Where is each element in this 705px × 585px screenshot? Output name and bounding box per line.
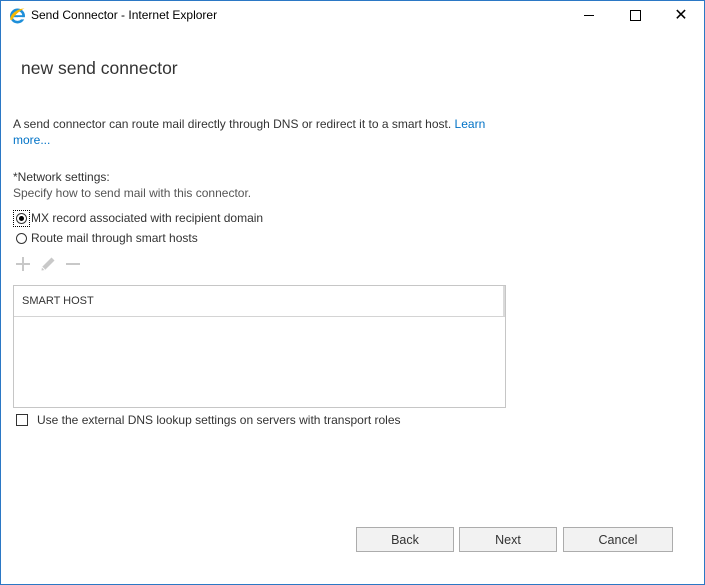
page-title: new send connector	[21, 58, 178, 78]
back-button[interactable]: Back	[356, 527, 454, 552]
maximize-icon	[629, 10, 641, 21]
network-settings-description: Specify how to send mail with this conne…	[13, 186, 252, 200]
network-settings-label: *Network settings:	[13, 170, 110, 184]
cancel-button[interactable]: Cancel	[563, 527, 673, 552]
plus-icon[interactable]	[13, 255, 33, 273]
close-icon: ✕	[674, 6, 688, 24]
external-dns-label: Use the external DNS lookup settings on …	[37, 413, 401, 427]
column-header-smart-host[interactable]: SMART HOST	[14, 286, 505, 317]
minimize-button[interactable]	[566, 0, 612, 31]
maximize-button[interactable]	[612, 0, 658, 31]
radio-label-smart-hosts: Route mail through smart hosts	[31, 231, 198, 245]
radio-option-mx-record[interactable]: MX record associated with recipient doma…	[13, 209, 263, 227]
next-button[interactable]: Next	[459, 527, 557, 552]
radio-button-mx-record[interactable]	[16, 212, 27, 224]
title-bar: Send Connector - Internet Explorer ✕	[0, 0, 705, 31]
smart-host-toolbar	[13, 255, 88, 273]
radio-option-smart-hosts[interactable]: Route mail through smart hosts	[13, 229, 198, 247]
external-dns-checkbox-row[interactable]: Use the external DNS lookup settings on …	[16, 412, 401, 428]
close-button[interactable]: ✕	[658, 0, 704, 31]
external-dns-checkbox[interactable]	[16, 414, 28, 426]
radio-label-mx-record: MX record associated with recipient doma…	[31, 211, 264, 225]
radio-button-smart-hosts[interactable]	[16, 232, 27, 244]
smart-host-table[interactable]: SMART HOST	[13, 285, 506, 408]
intro-paragraph: A send connector can route mail directly…	[13, 116, 493, 148]
focus-indicator	[13, 209, 30, 227]
internet-explorer-icon	[9, 7, 26, 24]
intro-text: A send connector can route mail directly…	[13, 117, 455, 131]
pencil-icon[interactable]	[38, 255, 58, 273]
window-title: Send Connector - Internet Explorer	[31, 8, 218, 22]
minimize-icon	[584, 15, 594, 16]
minus-icon[interactable]	[63, 255, 83, 273]
